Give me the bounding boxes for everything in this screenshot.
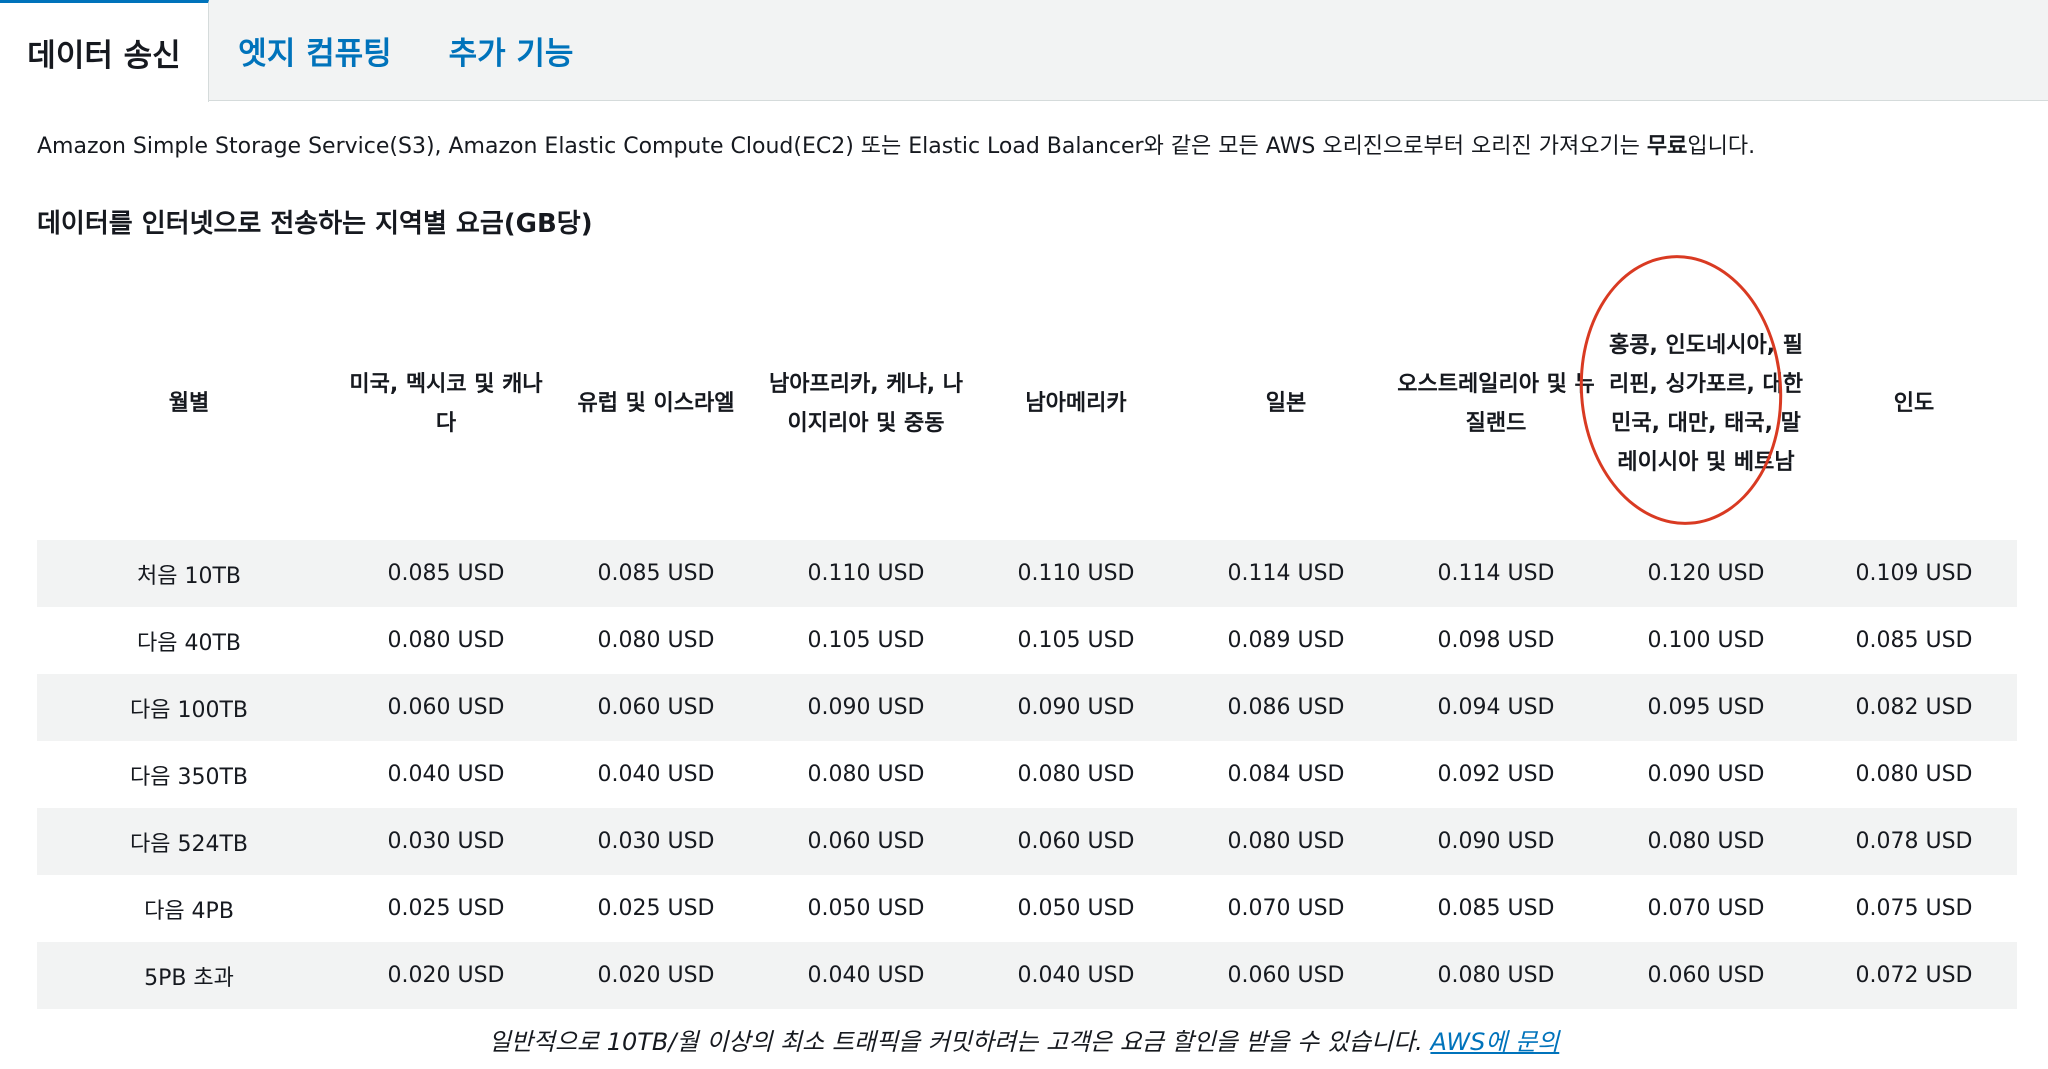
- price-cell: 0.030 USD: [597, 829, 715, 854]
- price-cell: 0.089 USD: [1227, 628, 1345, 653]
- footnote-text: 일반적으로 10TB/월 이상의 최소 트래픽을 커밋하려는 고객은 요금 할인…: [488, 1028, 1431, 1056]
- price-cell: 0.110 USD: [1017, 561, 1135, 586]
- price-cell: 0.072 USD: [1855, 963, 1973, 988]
- pricing-table: 월별 미국, 멕시코 및 캐나다 유럽 및 이스라엘 남아프리카, 케냐, 나이…: [37, 267, 2017, 1009]
- contact-aws-link[interactable]: AWS에 문의: [1430, 1028, 1559, 1056]
- price-cell: 0.114 USD: [1437, 561, 1555, 586]
- price-cell: 0.080 USD: [1017, 762, 1135, 787]
- table-row: 처음 10TB 0.085 USD 0.085 USD 0.110 USD 0.110 …: [37, 540, 2017, 607]
- table-row: 다음 4PB 0.025 USD 0.025 USD 0.050 USD 0.050 U…: [37, 875, 2017, 942]
- price-cell: 0.040 USD: [807, 963, 925, 988]
- price-cell: 0.020 USD: [387, 963, 505, 988]
- tab-edge-computing[interactable]: 엣지 컴퓨팅: [209, 0, 421, 101]
- price-cell: 0.025 USD: [597, 896, 715, 921]
- price-cell: 0.080 USD: [1647, 829, 1765, 854]
- price-cell: 0.080 USD: [807, 762, 925, 787]
- price-cell: 0.060 USD: [387, 695, 505, 720]
- price-cell: 0.085 USD: [1437, 896, 1555, 921]
- price-cell: 0.100 USD: [1647, 628, 1765, 653]
- table-header-row: 월별 미국, 멕시코 및 캐나다 유럽 및 이스라엘 남아프리카, 케냐, 나이…: [37, 267, 2017, 540]
- header-australia-new-zealand: 오스트레일리아 및 뉴질랜드: [1397, 371, 1595, 436]
- price-cell: 0.025 USD: [387, 896, 505, 921]
- tab-data-transfer-out[interactable]: 데이터 송신: [0, 0, 209, 102]
- footnote: 일반적으로 10TB/월 이상의 최소 트래픽을 커밋하려는 고객은 요금 할인…: [0, 1022, 2048, 1057]
- header-south-america: 남아메리카: [1025, 391, 1127, 416]
- price-cell: 0.030 USD: [387, 829, 505, 854]
- price-cell: 0.080 USD: [1437, 963, 1555, 988]
- price-cell: 0.070 USD: [1647, 896, 1765, 921]
- header-europe-israel: 유럽 및 이스라엘: [577, 391, 735, 416]
- intro-main: Amazon Simple Storage Service(S3), Amazo…: [37, 134, 1647, 159]
- price-cell: 0.098 USD: [1437, 628, 1555, 653]
- price-cell: 0.060 USD: [1017, 829, 1135, 854]
- price-cell: 0.080 USD: [597, 628, 715, 653]
- price-cell: 0.080 USD: [1855, 762, 1973, 787]
- price-cell: 0.105 USD: [1017, 628, 1135, 653]
- tab-additional-features[interactable]: 추가 기능: [421, 0, 601, 101]
- price-cell: 0.105 USD: [807, 628, 925, 653]
- price-cell: 0.060 USD: [807, 829, 925, 854]
- price-cell: 0.109 USD: [1855, 561, 1973, 586]
- price-cell: 0.094 USD: [1437, 695, 1555, 720]
- intro-suffix: 입니다.: [1687, 134, 1756, 159]
- table-row: 다음 100TB 0.060 USD 0.060 USD 0.090 USD 0.090…: [37, 674, 2017, 741]
- price-cell: 0.095 USD: [1647, 695, 1765, 720]
- price-cell: 0.040 USD: [1017, 963, 1135, 988]
- row-tier-label: 5PB 초과: [144, 965, 234, 991]
- header-us-mexico-canada: 미국, 멕시코 및 캐나다: [349, 371, 543, 436]
- price-cell: 0.080 USD: [1227, 829, 1345, 854]
- row-tier-label: 다음 350TB: [130, 764, 248, 790]
- row-tier-label: 다음 100TB: [130, 697, 248, 723]
- intro-free-bold: 무료: [1646, 134, 1688, 159]
- price-cell: 0.090 USD: [1647, 762, 1765, 787]
- section-title: 데이터를 인터넷으로 전송하는 지역별 요금(GB당): [37, 209, 593, 239]
- price-cell: 0.080 USD: [387, 628, 505, 653]
- tab-bar: 데이터 송신 엣지 컴퓨팅 추가 기능: [0, 0, 2048, 102]
- table-row: 다음 524TB 0.030 USD 0.030 USD 0.060 USD 0.060…: [37, 808, 2017, 875]
- price-cell: 0.090 USD: [1437, 829, 1555, 854]
- row-tier-label: 처음 10TB: [137, 563, 241, 589]
- intro-text: Amazon Simple Storage Service(S3), Amazo…: [37, 128, 1755, 160]
- price-cell: 0.090 USD: [807, 695, 925, 720]
- header-monthly: 월별: [168, 391, 210, 416]
- table-body: 처음 10TB 0.085 USD 0.085 USD 0.110 USD 0.110 …: [37, 540, 2017, 1009]
- table-row: 다음 350TB 0.040 USD 0.040 USD 0.080 USD 0.080…: [37, 741, 2017, 808]
- price-cell: 0.090 USD: [1017, 695, 1135, 720]
- price-cell: 0.020 USD: [597, 963, 715, 988]
- header-hongkong-asia: 홍콩, 인도네시아, 필리핀, 싱가포르, 대한민국, 대만, 태국, 말레이시…: [1609, 332, 1803, 475]
- table-row: 5PB 초과 0.020 USD 0.020 USD 0.040 USD 0.040 U…: [37, 942, 2017, 1009]
- header-south-africa-kenya-nigeria-middle-east: 남아프리카, 케냐, 나이지리아 및 중동: [769, 371, 963, 436]
- price-cell: 0.110 USD: [807, 561, 925, 586]
- price-cell: 0.040 USD: [597, 762, 715, 787]
- price-cell: 0.084 USD: [1227, 762, 1345, 787]
- table-row: 다음 40TB 0.080 USD 0.080 USD 0.105 USD 0.105 …: [37, 607, 2017, 674]
- price-cell: 0.078 USD: [1855, 829, 1973, 854]
- price-cell: 0.120 USD: [1647, 561, 1765, 586]
- price-cell: 0.060 USD: [1227, 963, 1345, 988]
- price-cell: 0.060 USD: [1647, 963, 1765, 988]
- row-tier-label: 다음 4PB: [144, 898, 234, 924]
- price-cell: 0.082 USD: [1855, 695, 1973, 720]
- price-cell: 0.114 USD: [1227, 561, 1345, 586]
- price-cell: 0.050 USD: [807, 896, 925, 921]
- price-cell: 0.092 USD: [1437, 762, 1555, 787]
- price-cell: 0.075 USD: [1855, 896, 1973, 921]
- price-cell: 0.085 USD: [597, 561, 715, 586]
- price-cell: 0.085 USD: [1855, 628, 1973, 653]
- header-india: 인도: [1893, 391, 1935, 416]
- price-cell: 0.050 USD: [1017, 896, 1135, 921]
- row-tier-label: 다음 40TB: [137, 630, 241, 656]
- price-cell: 0.040 USD: [387, 762, 505, 787]
- price-cell: 0.060 USD: [597, 695, 715, 720]
- header-japan: 일본: [1265, 391, 1307, 416]
- price-cell: 0.070 USD: [1227, 896, 1345, 921]
- price-cell: 0.085 USD: [387, 561, 505, 586]
- row-tier-label: 다음 524TB: [130, 831, 248, 857]
- price-cell: 0.086 USD: [1227, 695, 1345, 720]
